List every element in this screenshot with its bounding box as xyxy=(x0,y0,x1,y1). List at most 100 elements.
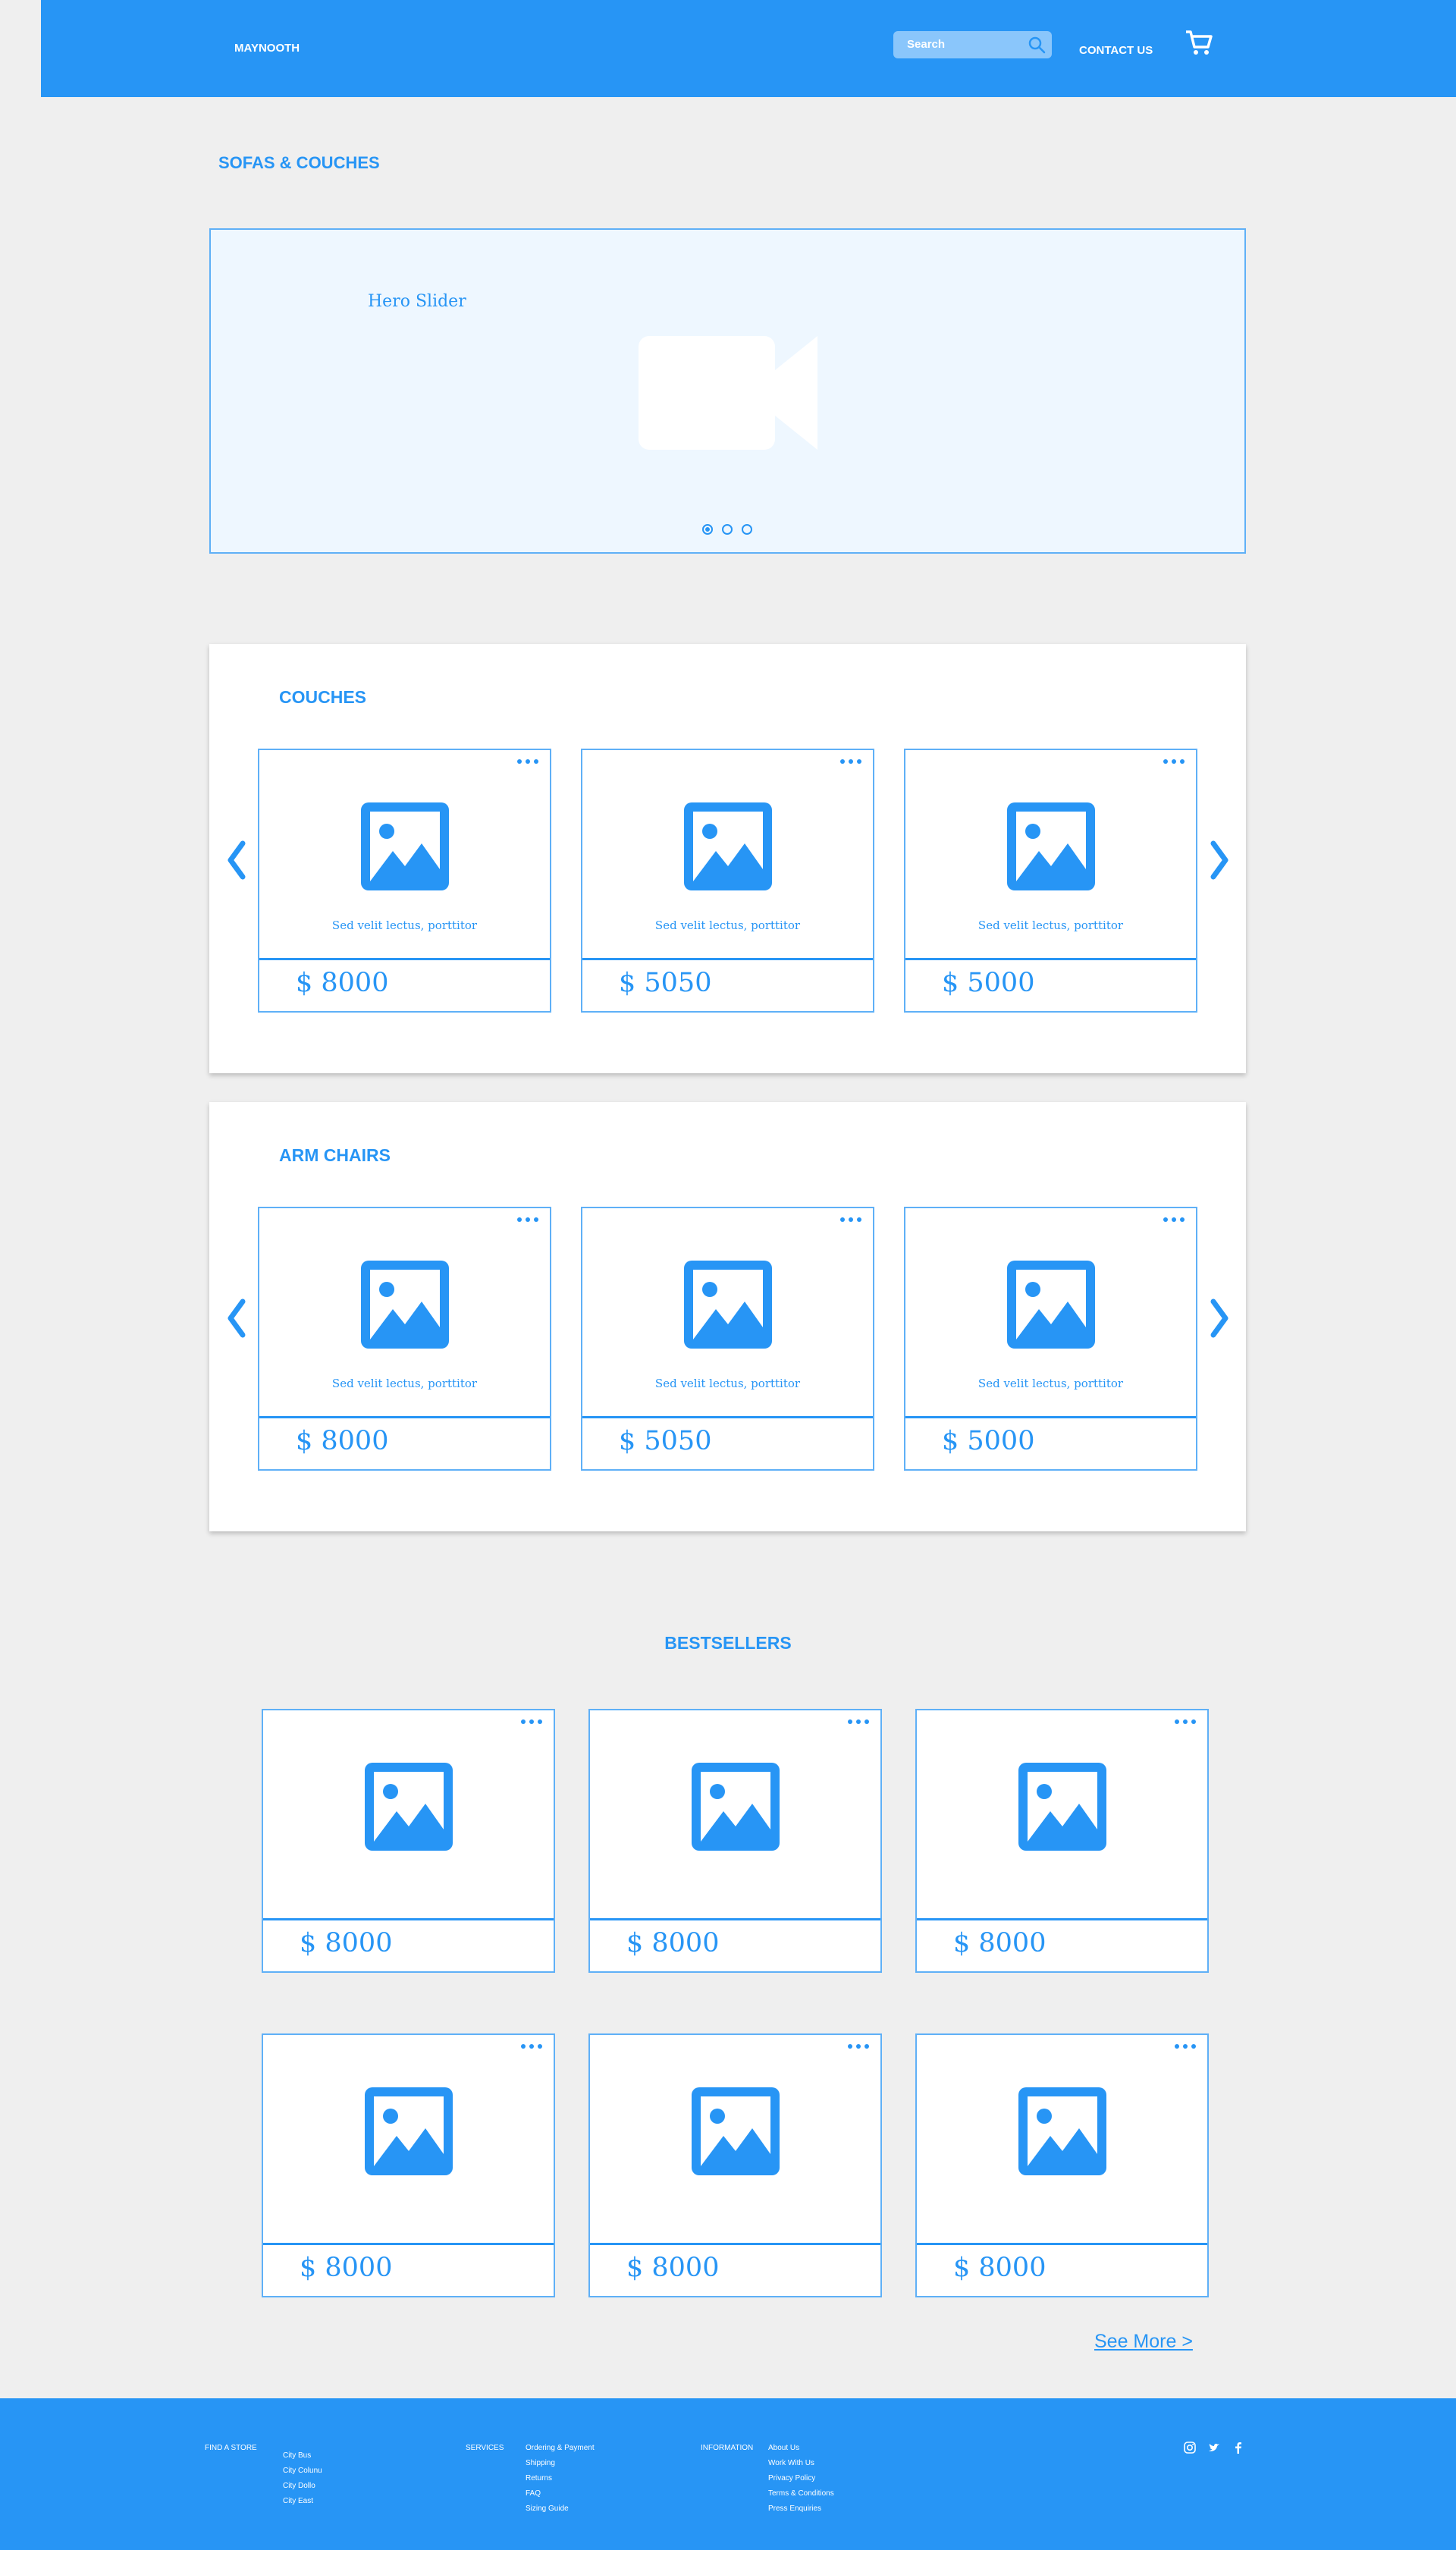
footer-list-stores: City Bus City Colunu City Dollo City Eas… xyxy=(283,2448,322,2509)
slider-dot-3[interactable] xyxy=(742,524,752,535)
page-title: SOFAS & COUCHES xyxy=(218,153,380,172)
product-card[interactable]: Sed velit lectus, porttitor $ 5000 xyxy=(904,1207,1197,1471)
footer-heading-information: INFORMATION xyxy=(701,2444,754,2452)
brand-logo[interactable]: MAYNOOTH xyxy=(234,42,300,55)
price-bar: $ 8000 xyxy=(590,2243,880,2296)
product-card[interactable]: Sed velit lectus, porttitor $ 8000 xyxy=(258,749,551,1013)
section-title: COUCHES xyxy=(279,687,367,707)
bestseller-card[interactable]: $ 8000 xyxy=(915,2033,1209,2297)
price-bar: $ 8000 xyxy=(917,2243,1207,2296)
chevron-right-icon[interactable] xyxy=(1207,839,1233,881)
chevron-right-icon[interactable] xyxy=(1207,1297,1233,1339)
product-card[interactable]: Sed velit lectus, porttitor $ 5000 xyxy=(904,749,1197,1013)
footer-link[interactable]: FAQ xyxy=(526,2486,595,2501)
price-bar: $ 5050 xyxy=(582,958,873,1011)
instagram-icon[interactable] xyxy=(1183,2441,1197,2454)
bestseller-card[interactable]: $ 8000 xyxy=(915,1709,1209,1973)
hero-slider[interactable]: Hero Slider xyxy=(209,228,1246,554)
search-bar[interactable]: Search xyxy=(893,31,1052,58)
slider-dot-1[interactable] xyxy=(702,524,713,535)
couches-section: COUCHES Sed velit lectus, porttitor $ 80… xyxy=(209,644,1246,1073)
product-description: Sed velit lectus, porttitor xyxy=(331,919,478,932)
twitter-icon[interactable] xyxy=(1207,2441,1221,2454)
image-placeholder-icon xyxy=(692,1763,780,1851)
product-price: $ 8000 xyxy=(953,1928,1046,1958)
bestseller-card[interactable]: $ 8000 xyxy=(588,2033,882,2297)
price-bar: $ 5000 xyxy=(905,958,1196,1011)
product-price: $ 8000 xyxy=(626,2253,720,2283)
more-options-icon[interactable] xyxy=(1174,1718,1197,1726)
bestseller-card[interactable]: $ 8000 xyxy=(588,1709,882,1973)
video-icon xyxy=(639,336,817,450)
footer-link[interactable]: Work With Us xyxy=(768,2456,834,2471)
footer-link[interactable]: Shipping xyxy=(526,2456,595,2471)
contact-us-link[interactable]: CONTACT US xyxy=(1079,44,1153,57)
product-description: Sed velit lectus, porttitor xyxy=(654,919,801,932)
image-placeholder-icon xyxy=(1007,802,1095,890)
product-price: $ 8000 xyxy=(296,968,389,998)
more-options-icon[interactable] xyxy=(520,1718,543,1726)
product-price: $ 8000 xyxy=(300,2253,393,2283)
price-bar: $ 8000 xyxy=(263,2243,554,2296)
bestseller-card[interactable]: $ 8000 xyxy=(262,1709,555,1973)
footer-link[interactable]: City Colunu xyxy=(283,2464,322,2479)
footer-link[interactable]: About Us xyxy=(768,2441,834,2456)
product-card[interactable]: Sed velit lectus, porttitor $ 8000 xyxy=(258,1207,551,1471)
price-bar: $ 8000 xyxy=(259,958,550,1011)
product-price: $ 5000 xyxy=(942,1426,1035,1456)
more-options-icon[interactable] xyxy=(839,758,862,765)
more-options-icon[interactable] xyxy=(1163,1216,1185,1223)
footer-link[interactable]: City Bus xyxy=(283,2448,322,2464)
footer-link[interactable]: Press Enquiries xyxy=(768,2501,834,2517)
footer-link[interactable]: City East xyxy=(283,2494,322,2509)
chevron-left-icon[interactable] xyxy=(223,839,249,881)
product-card[interactable]: Sed velit lectus, porttitor $ 5050 xyxy=(581,1207,874,1471)
slider-dots xyxy=(702,524,752,535)
product-description: Sed velit lectus, porttitor xyxy=(331,1377,478,1390)
product-price: $ 5000 xyxy=(942,968,1035,998)
armchairs-section: ARM CHAIRS Sed velit lectus, porttitor $… xyxy=(209,1102,1246,1531)
more-options-icon[interactable] xyxy=(839,1216,862,1223)
social-links xyxy=(1183,2441,1245,2454)
footer-link[interactable]: Sizing Guide xyxy=(526,2501,595,2517)
price-bar: $ 8000 xyxy=(590,1918,880,1971)
footer-link[interactable]: Privacy Policy xyxy=(768,2471,834,2486)
more-options-icon[interactable] xyxy=(847,1718,870,1726)
see-more-link[interactable]: See More > xyxy=(1094,2331,1193,2353)
price-bar: $ 5000 xyxy=(905,1416,1196,1469)
more-options-icon[interactable] xyxy=(1163,758,1185,765)
footer-link[interactable]: Returns xyxy=(526,2471,595,2486)
bestseller-card[interactable]: $ 8000 xyxy=(262,2033,555,2297)
price-bar: $ 8000 xyxy=(917,1918,1207,1971)
footer-link[interactable]: Terms & Conditions xyxy=(768,2486,834,2501)
image-placeholder-icon xyxy=(1018,2087,1106,2175)
image-placeholder-icon xyxy=(365,1763,453,1851)
image-placeholder-icon xyxy=(361,1261,449,1349)
more-options-icon[interactable] xyxy=(1174,2043,1197,2050)
facebook-icon[interactable] xyxy=(1232,2441,1245,2454)
more-options-icon[interactable] xyxy=(520,2043,543,2050)
bestsellers-title: BESTSELLERS xyxy=(664,1633,792,1653)
product-description: Sed velit lectus, porttitor xyxy=(977,1377,1124,1390)
footer-link[interactable]: City Dollo xyxy=(283,2479,322,2494)
footer-link[interactable]: Ordering & Payment xyxy=(526,2441,595,2456)
slider-dot-2[interactable] xyxy=(722,524,733,535)
image-placeholder-icon xyxy=(1018,1763,1106,1851)
more-options-icon[interactable] xyxy=(847,2043,870,2050)
product-card[interactable]: Sed velit lectus, porttitor $ 5050 xyxy=(581,749,874,1013)
footer-heading-find-store: FIND A STORE xyxy=(205,2444,257,2452)
chevron-left-icon[interactable] xyxy=(223,1297,249,1339)
image-placeholder-icon xyxy=(365,2087,453,2175)
product-price: $ 8000 xyxy=(626,1928,720,1958)
footer-list-information: About Us Work With Us Privacy Policy Ter… xyxy=(768,2441,834,2517)
search-icon[interactable] xyxy=(1028,36,1046,54)
product-price: $ 8000 xyxy=(953,2253,1046,2283)
footer-list-services: Ordering & Payment Shipping Returns FAQ … xyxy=(526,2441,595,2517)
product-description: Sed velit lectus, porttitor xyxy=(977,919,1124,932)
cart-icon[interactable] xyxy=(1184,27,1214,58)
top-header: MAYNOOTH Search CONTACT US xyxy=(41,0,1456,97)
more-options-icon[interactable] xyxy=(516,1216,539,1223)
more-options-icon[interactable] xyxy=(516,758,539,765)
product-price: $ 5050 xyxy=(619,1426,712,1456)
footer-heading-services: SERVICES xyxy=(466,2444,504,2452)
